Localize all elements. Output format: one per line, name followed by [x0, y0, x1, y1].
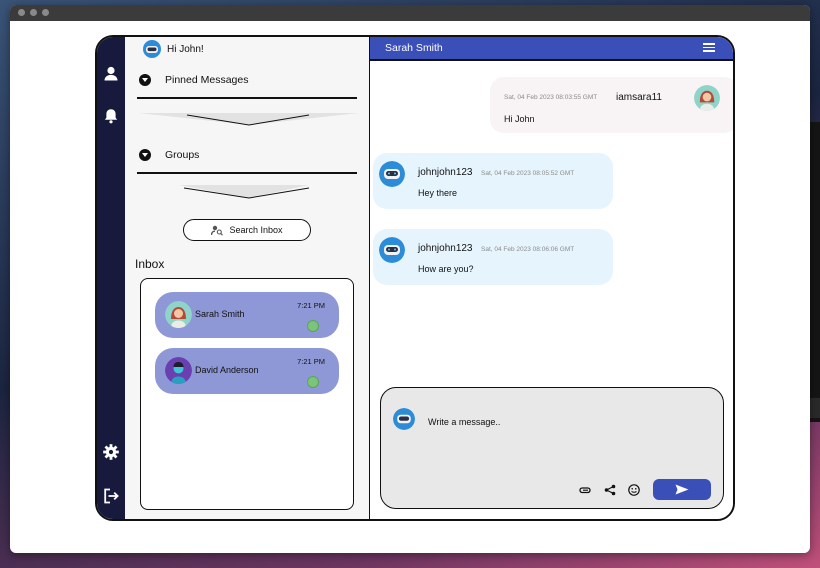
message-incoming: johnjohn123 Sat, 04 Feb 2023 08:06:06 GM…	[373, 229, 613, 285]
chevron-down-icon	[139, 74, 151, 86]
avatar	[379, 161, 405, 187]
pinned-messages-toggle[interactable]: Pinned Messages	[139, 74, 248, 86]
message-username: johnjohn123	[418, 167, 473, 178]
message-text: Hey there	[418, 188, 458, 198]
contact-time: 7:21 PM	[297, 301, 325, 310]
window-titlebar	[10, 5, 810, 21]
groups-toggle[interactable]: Groups	[139, 149, 199, 161]
message-text: How are you?	[418, 264, 474, 274]
contact-name: David Anderson	[195, 365, 259, 375]
message-outgoing: Sat, 04 Feb 2023 08:03:55 GMT iamsara11 …	[490, 77, 733, 133]
greeting-row: Hi John!	[143, 40, 204, 58]
pinned-messages-collapsed-panel	[139, 113, 359, 126]
contact-time: 7:21 PM	[297, 357, 325, 366]
logout-icon[interactable]	[102, 487, 120, 505]
greeting-text: Hi John!	[167, 43, 204, 55]
share-icon[interactable]	[604, 484, 616, 496]
chevron-down-icon	[139, 149, 151, 161]
chat-title: Sarah Smith	[385, 42, 443, 54]
send-button[interactable]	[653, 479, 711, 500]
close-window-button[interactable]	[18, 9, 25, 16]
avatar	[165, 357, 192, 384]
message-input[interactable]: Write a message..	[428, 417, 500, 427]
maximize-window-button[interactable]	[42, 9, 49, 16]
message-composer: Write a message..	[380, 387, 724, 509]
inbox-heading: Inbox	[135, 257, 165, 271]
message-timestamp: Sat, 04 Feb 2023 08:06:06 GMT	[481, 246, 575, 253]
paperclip-icon[interactable]	[579, 484, 591, 496]
background-window-edge	[810, 398, 820, 418]
divider	[137, 172, 357, 174]
message-timestamp: Sat, 04 Feb 2023 08:05:52 GMT	[481, 170, 575, 177]
gear-icon[interactable]	[102, 443, 120, 461]
user-icon[interactable]	[102, 65, 120, 83]
user-avatar[interactable]	[143, 40, 161, 58]
online-status-icon	[307, 376, 319, 388]
online-status-icon	[307, 320, 319, 332]
groups-label: Groups	[165, 149, 200, 161]
chat-app: Hi John! Pinned Messages Groups Search I…	[95, 35, 735, 521]
avatar	[393, 408, 415, 430]
message-incoming: johnjohn123 Sat, 04 Feb 2023 08:05:52 GM…	[373, 153, 613, 209]
icon-rail	[97, 37, 125, 519]
send-icon	[675, 484, 689, 495]
groups-collapsed-panel	[179, 185, 310, 199]
inbox-list: Sarah Smith 7:21 PM David Anderson 7:21 …	[140, 278, 354, 510]
emoji-icon[interactable]	[628, 484, 640, 496]
avatar	[165, 301, 192, 328]
contact-name: Sarah Smith	[195, 309, 245, 319]
pinned-messages-label: Pinned Messages	[165, 74, 249, 86]
message-username: iamsara11	[616, 92, 662, 103]
message-text: Hi John	[504, 114, 535, 124]
bell-icon[interactable]	[102, 107, 120, 125]
contact-sarah-smith[interactable]: Sarah Smith 7:21 PM	[155, 292, 339, 338]
conversations-panel: Hi John! Pinned Messages Groups Search I…	[125, 37, 370, 519]
background-terminal-window	[810, 122, 820, 422]
chat-header: Sarah Smith	[370, 37, 733, 61]
message-username: johnjohn123	[418, 243, 473, 254]
avatar	[379, 237, 405, 263]
browser-window: Hi John! Pinned Messages Groups Search I…	[10, 5, 810, 553]
minimize-window-button[interactable]	[30, 9, 37, 16]
hamburger-menu-icon[interactable]	[703, 43, 715, 52]
message-timestamp: Sat, 04 Feb 2023 08:03:55 GMT	[504, 94, 598, 101]
contact-david-anderson[interactable]: David Anderson 7:21 PM	[155, 348, 339, 394]
search-inbox-button[interactable]: Search Inbox	[183, 219, 311, 241]
search-inbox-label: Search Inbox	[229, 225, 283, 235]
avatar	[694, 85, 720, 111]
divider	[137, 97, 357, 99]
user-search-icon	[211, 225, 224, 236]
chat-panel: Sarah Smith Sat, 04 Feb 2023 08:03:55 GM…	[370, 37, 733, 519]
